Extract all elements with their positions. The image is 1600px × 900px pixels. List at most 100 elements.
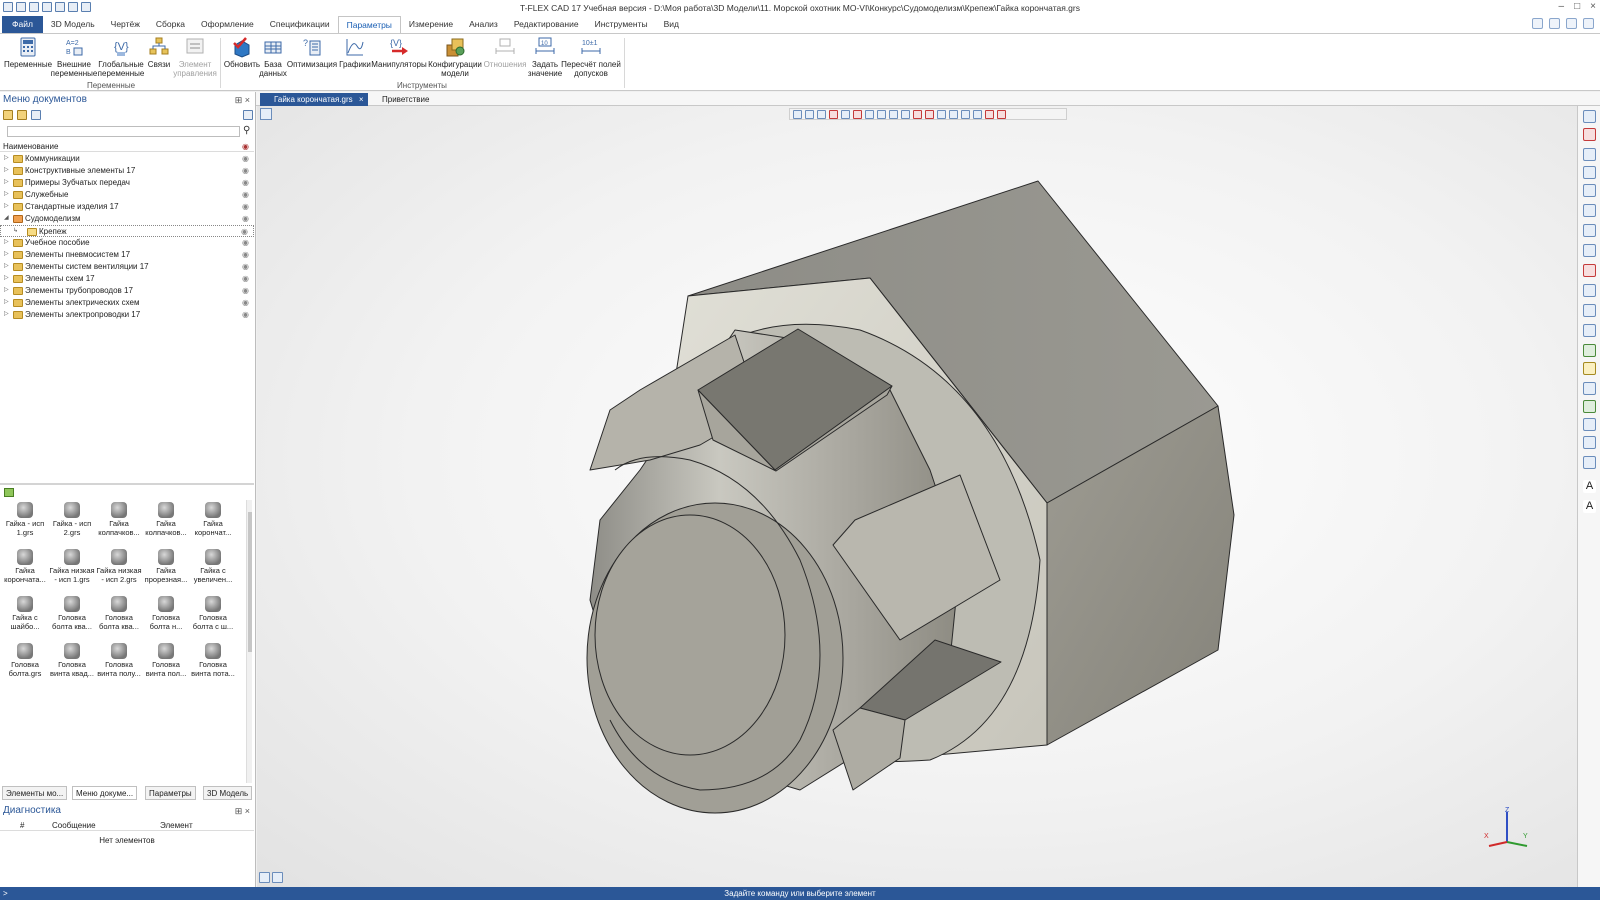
name-column-header[interactable]: Наименование ◉ <box>0 141 254 152</box>
scrollbar-thumb[interactable] <box>248 512 252 652</box>
light-icon[interactable] <box>1583 362 1596 375</box>
view-side-icon[interactable] <box>1583 244 1596 257</box>
single-view-icon[interactable] <box>259 872 270 883</box>
help-icon[interactable] <box>1532 18 1543 29</box>
panel-pin-close-icon[interactable]: ⊞ × <box>235 803 250 819</box>
menu-measure[interactable]: Измерение <box>401 16 461 33</box>
tree-item[interactable]: ▷ Элементы систем вентиляции 17 ◉ <box>0 261 254 273</box>
set-value-button[interactable]: 10 Задать значение <box>528 36 562 78</box>
thumbnail-item[interactable]: Гайка с шайбо... <box>2 594 48 631</box>
expand-arrow-icon[interactable]: ▷ <box>4 261 9 273</box>
column-message[interactable]: Сообщение <box>52 820 96 831</box>
thumbnail-item[interactable]: Гайка корончат... <box>190 500 236 537</box>
global-variables-button[interactable]: {V} Глобальные переменные <box>98 36 145 78</box>
tree-item[interactable]: ▷ Коммуникации ◉ <box>0 153 254 165</box>
material-icon[interactable] <box>1583 400 1596 413</box>
settings-icon[interactable] <box>1549 18 1560 29</box>
tree-item[interactable]: ▷ Элементы пневмосистем 17 ◉ <box>0 249 254 261</box>
tab-doc-menu[interactable]: Меню докуме... <box>72 786 138 800</box>
thumbnail-item[interactable]: Гайка колпачков... <box>143 500 189 537</box>
tree-item-selected[interactable]: ↳ Крепеж ◉ <box>0 225 254 237</box>
zoom-fit-icon[interactable] <box>1583 184 1596 197</box>
graphs-button[interactable]: Графики <box>338 36 372 70</box>
expand-arrow-icon[interactable]: ▷ <box>4 297 9 309</box>
variables-button[interactable]: Переменные <box>4 36 52 70</box>
eye-icon[interactable]: ◉ <box>242 309 249 321</box>
3d-viewport[interactable]: Z X Y <box>257 106 1577 887</box>
thumbnail-item[interactable]: Головка болта с ш... <box>190 594 236 631</box>
update-button[interactable]: Обновить <box>222 36 262 70</box>
expand-arrow-icon[interactable]: ▷ <box>4 285 9 297</box>
thumbnail-item[interactable]: Гайка прорезная... <box>143 547 189 584</box>
visibility-toggle-icon[interactable]: ◉ <box>242 141 249 152</box>
export-icon[interactable] <box>1583 418 1596 431</box>
external-variables-button[interactable]: A=2 B Внешние переменные <box>51 36 98 78</box>
window-icon[interactable] <box>1583 18 1594 29</box>
expand-arrow-icon[interactable]: ▷ <box>4 309 9 321</box>
thumbnail-item[interactable]: Головка болта ква... <box>49 594 95 631</box>
printer-icon[interactable] <box>1583 456 1596 469</box>
tree-item[interactable]: ◢ Судомоделизм ◉ <box>0 213 254 225</box>
flag-icon[interactable] <box>1566 18 1577 29</box>
split-view-icon[interactable] <box>272 872 283 883</box>
thumbnail-item[interactable]: Гайка - исп 2.grs <box>49 500 95 537</box>
zoom-icon[interactable] <box>1583 148 1596 161</box>
tree-item[interactable]: ▷ Учебное пособие ◉ <box>0 237 254 249</box>
tree-item[interactable]: ▷ Элементы трубопроводов 17 ◉ <box>0 285 254 297</box>
cube-icon[interactable] <box>1583 284 1596 297</box>
tree-item[interactable]: ▷ Служебные ◉ <box>0 189 254 201</box>
menu-drawing[interactable]: Чертёж <box>103 16 148 33</box>
sphere-icon[interactable] <box>1583 344 1596 357</box>
tree-item[interactable]: ▷ Элементы электрических схем ◉ <box>0 297 254 309</box>
eye-icon[interactable]: ◉ <box>242 261 249 273</box>
camera-icon[interactable] <box>1583 382 1596 395</box>
view-top-icon[interactable] <box>1583 224 1596 237</box>
filter-icon[interactable] <box>31 110 41 120</box>
open-folder-icon[interactable] <box>17 110 27 120</box>
text-style-icon[interactable]: A <box>1583 500 1596 513</box>
eye-icon[interactable]: ◉ <box>242 297 249 309</box>
recalculate-tolerances-button[interactable]: 10±1 Пересчёт полей допусков <box>560 36 622 78</box>
links-button[interactable]: Связи <box>146 36 172 70</box>
menu-file[interactable]: Файл <box>2 16 43 33</box>
column-element[interactable]: Элемент <box>160 820 193 831</box>
tree-item[interactable]: ▷ Элементы электропроводки 17 ◉ <box>0 309 254 321</box>
eye-icon[interactable]: ◉ <box>242 237 249 249</box>
eye-icon[interactable]: ◉ <box>242 249 249 261</box>
menu-3d-model[interactable]: 3D Модель <box>43 16 103 33</box>
tree-item[interactable]: ▷ Конструктивные элементы 17 ◉ <box>0 165 254 177</box>
check-red-icon[interactable] <box>1583 264 1596 277</box>
image-icon[interactable] <box>1583 436 1596 449</box>
panel-splitter[interactable] <box>0 483 254 485</box>
plane-icon[interactable] <box>1583 304 1596 317</box>
view-options-icon[interactable] <box>243 110 253 120</box>
tree-item[interactable]: ▷ Стандартные изделия 17 ◉ <box>0 201 254 213</box>
search-input[interactable] <box>7 126 240 137</box>
tab-active-document[interactable]: Гайка корончатая.grs × <box>260 93 368 106</box>
add-folder-icon[interactable] <box>3 110 13 120</box>
eye-icon[interactable]: ◉ <box>242 189 249 201</box>
command-prompt[interactable]: > <box>3 887 8 900</box>
menu-editing[interactable]: Редактирование <box>506 16 587 33</box>
model-configurations-button[interactable]: Конфигурации модели <box>428 36 482 78</box>
column-number[interactable]: # <box>20 820 24 831</box>
tab-model-elements[interactable]: Элементы мо... <box>2 786 68 800</box>
text-icon[interactable]: A <box>1583 480 1596 493</box>
tree-item[interactable]: ▷ Примеры Зубчатых передач ◉ <box>0 177 254 189</box>
maximize-icon[interactable]: □ <box>1574 1 1580 12</box>
search-icon[interactable]: ⚲ <box>243 125 250 136</box>
add-to-library-icon[interactable] <box>4 488 14 497</box>
thumbnail-item[interactable]: Головка болта ква... <box>96 594 142 631</box>
thumbnail-item[interactable]: Гайка - исп 1.grs <box>2 500 48 537</box>
thumbnail-item[interactable]: Гайка с увеличен... <box>190 547 236 584</box>
expand-arrow-icon[interactable]: ▷ <box>4 249 9 261</box>
eye-icon[interactable]: ◉ <box>242 165 249 177</box>
section-view-icon[interactable] <box>1583 324 1596 337</box>
expand-arrow-icon[interactable]: ▷ <box>4 165 9 177</box>
menu-view[interactable]: Вид <box>656 16 687 33</box>
thumbnail-item[interactable]: Головка болта н... <box>143 594 189 631</box>
zoom-window-icon[interactable] <box>1583 166 1596 179</box>
eye-icon[interactable]: ◉ <box>242 153 249 165</box>
view-front-icon[interactable] <box>1583 204 1596 217</box>
menu-parameters[interactable]: Параметры <box>337 16 401 33</box>
